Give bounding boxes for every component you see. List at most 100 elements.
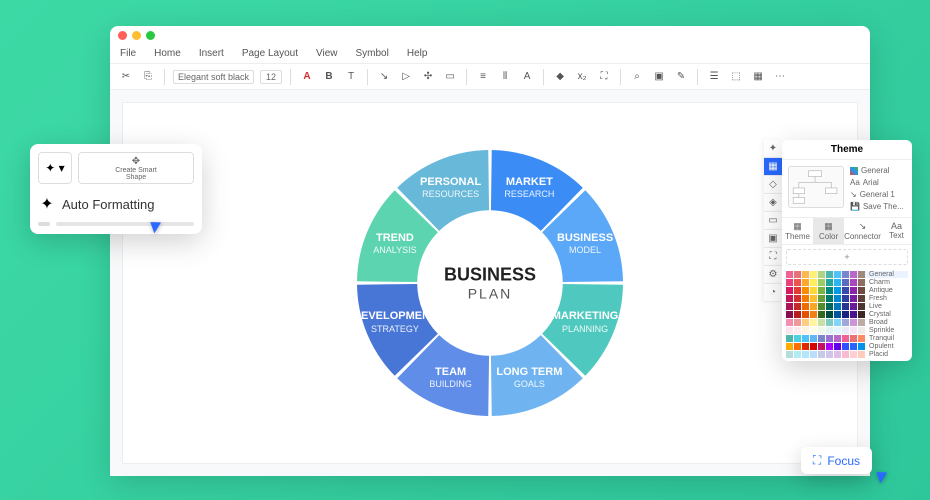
menu-page-layout[interactable]: Page Layout [242, 48, 298, 59]
copy-icon[interactable]: ⎘ [140, 69, 156, 85]
palette-swatch [810, 343, 817, 350]
more-icon[interactable]: ⋯ [772, 69, 788, 85]
rail-theme-icon[interactable]: ▦ [764, 158, 782, 176]
focus-button[interactable]: ⛶ Focus [801, 447, 872, 474]
text-icon[interactable]: T [343, 69, 359, 85]
palette-swatch [810, 271, 817, 278]
theme-opt-save[interactable]: 💾Save The... [850, 202, 906, 211]
rail-settings-icon[interactable]: ⚙ [764, 266, 782, 284]
create-smart-shape-button[interactable]: ✥ Create Smart Shape [78, 152, 194, 184]
palette-row[interactable]: Live [786, 303, 908, 310]
canvas[interactable]: BUSINESS PLAN MARKETRESEARCHBUSINESSMODE… [122, 102, 858, 464]
maximize-window-button[interactable] [146, 31, 155, 40]
add-palette-button[interactable]: + [786, 249, 908, 265]
connector-icon[interactable]: ↘ [376, 69, 392, 85]
pointer-icon[interactable]: ▷ [398, 69, 414, 85]
palette-row[interactable]: General [786, 271, 908, 278]
subscript-icon[interactable]: x₂ [574, 69, 590, 85]
menu-insert[interactable]: Insert [199, 48, 224, 59]
frame-icon[interactable]: ▣ [651, 69, 667, 85]
palette-swatch [794, 311, 801, 318]
rect-icon[interactable]: ▭ [442, 69, 458, 85]
palette-swatch [834, 319, 841, 326]
palette-row[interactable]: Antique [786, 287, 908, 294]
palette-swatch [850, 343, 857, 350]
rail-page-icon[interactable]: ▭ [764, 212, 782, 230]
palette-row[interactable]: Broad [786, 319, 908, 326]
font-color-icon[interactable]: A [299, 69, 315, 85]
crop-icon[interactable]: ⛶ [596, 69, 612, 85]
palette-swatch [858, 335, 865, 342]
shape-font-icon[interactable]: A [519, 69, 535, 85]
palette-swatch [794, 279, 801, 286]
minimize-window-button[interactable] [132, 31, 141, 40]
menu-file[interactable]: File [120, 48, 136, 59]
rail-expand-icon[interactable]: ⛶ [764, 248, 782, 266]
palette-swatch [834, 287, 841, 294]
font-select[interactable]: Elegant soft black [173, 70, 254, 84]
rail-chart-icon[interactable]: ◔ [764, 284, 782, 302]
palette-swatch [802, 327, 809, 334]
rail-layers-icon[interactable]: ◈ [764, 194, 782, 212]
palette-row[interactable]: Crystal [786, 311, 908, 318]
palette-row[interactable]: Opulent [786, 343, 908, 350]
palette-swatch [802, 343, 809, 350]
palette-swatch [818, 351, 825, 358]
theme-opt-general1[interactable]: ↘General 1 [850, 190, 906, 199]
palette-swatch [818, 279, 825, 286]
menu-symbol[interactable]: Symbol [356, 48, 389, 59]
tab-connector[interactable]: ↘Connector [844, 218, 881, 244]
palette-row[interactable]: Sprinkle [786, 327, 908, 334]
palette-swatch [818, 311, 825, 318]
palette-swatch [802, 287, 809, 294]
theme-opt-general[interactable]: General [850, 166, 906, 175]
cursor-icon [876, 469, 890, 484]
palette-swatch [842, 327, 849, 334]
rail-sparkle-icon[interactable]: ✦ [764, 140, 782, 158]
search-icon[interactable]: ⌕ [629, 69, 645, 85]
tab-text[interactable]: AaText [881, 218, 912, 244]
palette-swatch [858, 279, 865, 286]
fill-icon[interactable]: ◆ [552, 69, 568, 85]
segment-label: BUSINESSMODEL [557, 232, 613, 256]
menu-view[interactable]: View [316, 48, 338, 59]
lock-icon[interactable]: ⬚ [728, 69, 744, 85]
menu-home[interactable]: Home [154, 48, 181, 59]
palette-swatch [802, 303, 809, 310]
rail-image-icon[interactable]: ▣ [764, 230, 782, 248]
palette-row[interactable]: Fresh [786, 295, 908, 302]
pan-icon[interactable]: ✣ [420, 69, 436, 85]
donut-chart[interactable]: BUSINESS PLAN MARKETRESEARCHBUSINESSMODE… [350, 143, 630, 423]
palette-swatch [826, 319, 833, 326]
tab-color[interactable]: ▦Color [813, 218, 844, 244]
palette-row[interactable]: Placid [786, 351, 908, 358]
theme-preview[interactable] [788, 166, 844, 208]
align-icon[interactable]: ≡ [475, 69, 491, 85]
grid-icon[interactable]: ▦ [750, 69, 766, 85]
palette-swatch [842, 271, 849, 278]
bold-icon[interactable]: B [321, 69, 337, 85]
tab-theme[interactable]: ▦Theme [782, 218, 813, 244]
palette-swatch [834, 279, 841, 286]
palette-swatch [826, 279, 833, 286]
rail-shape-icon[interactable]: ◇ [764, 176, 782, 194]
distribute-icon[interactable]: ⦀ [497, 69, 513, 85]
cut-icon[interactable]: ✂ [118, 69, 134, 85]
palette-swatch [842, 319, 849, 326]
close-window-button[interactable] [118, 31, 127, 40]
pen-icon[interactable]: ✎ [673, 69, 689, 85]
palette-swatch [826, 351, 833, 358]
sparkle-button[interactable]: ✦ ▾ [38, 152, 72, 184]
font-size-select[interactable]: 12 [260, 70, 282, 84]
palette-swatch [858, 327, 865, 334]
theme-opt-font[interactable]: AaArial [850, 178, 906, 187]
menu-help[interactable]: Help [407, 48, 428, 59]
segment-label: LONG TERMGOALS [496, 366, 562, 390]
auto-format-slider[interactable] [38, 222, 194, 226]
layers-icon[interactable]: ☰ [706, 69, 722, 85]
palette-row[interactable]: Charm [786, 279, 908, 286]
palette-swatch [850, 287, 857, 294]
palette-name: General [869, 271, 908, 278]
auto-formatting-row[interactable]: ✦ Auto Formatting [38, 190, 194, 218]
palette-row[interactable]: Tranquil [786, 335, 908, 342]
